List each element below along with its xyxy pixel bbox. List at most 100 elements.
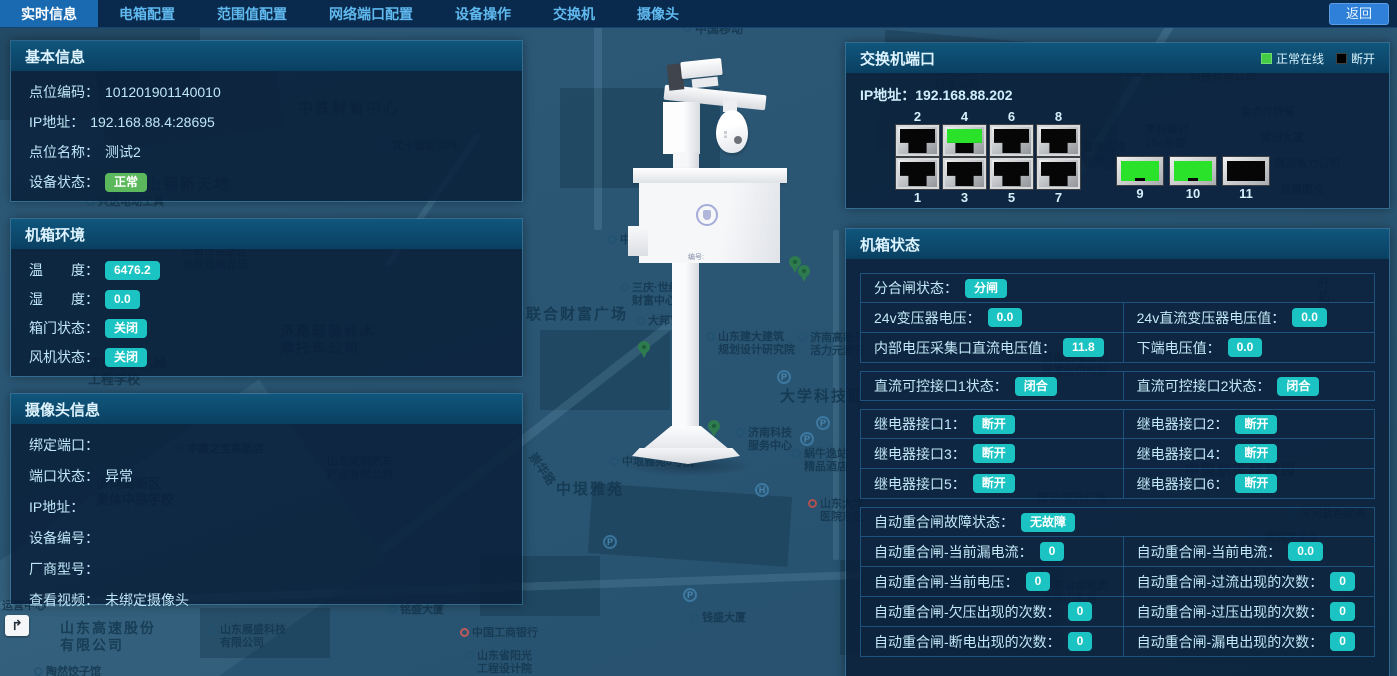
status-label: 继电器接口6： xyxy=(1137,474,1229,494)
status-badge: 关闭 xyxy=(105,319,147,338)
pole-head-column xyxy=(663,102,700,154)
port-number: 10 xyxy=(1186,186,1200,201)
status-label: 自动重合闸-过压出现的次数： xyxy=(1137,602,1324,622)
status-row: 内部电压采集口直流电压值： 11.8 下端电压值： 0.0 xyxy=(860,333,1375,363)
port-number: 2 xyxy=(894,109,941,124)
status-row: 自动重合闸-欠压出现的次数： 0 自动重合闸-过压出现的次数： 0 xyxy=(860,597,1375,627)
back-button[interactable]: 返回 xyxy=(1329,3,1389,25)
nav-tab[interactable]: 实时信息 xyxy=(0,0,98,27)
cabinet-status-panel: 机箱状态 分合闸状态： 分闸 24v变压器电压： 0.0 24v直流变压器电压值… xyxy=(845,228,1390,676)
sfp-frame xyxy=(1222,156,1270,186)
legend-color-swatch xyxy=(1261,53,1272,64)
rj45-socket xyxy=(900,162,935,186)
info-label: 温 度： xyxy=(29,261,99,280)
port-status-light xyxy=(1121,161,1159,181)
status-table: 分合闸状态： 分闸 24v变压器电压： 0.0 24v直流变压器电压值： 0.0… xyxy=(846,259,1389,657)
info-label: 点位名称： xyxy=(29,143,99,162)
info-value: 192.168.88.4:28695 xyxy=(90,113,215,132)
info-label: 设备编号： xyxy=(29,529,99,548)
status-row: 继电器接口3： 断开 继电器接口4： 断开 xyxy=(860,439,1375,469)
status-badge: 0 xyxy=(1330,632,1355,651)
status-badge: 0.0 xyxy=(1288,542,1323,561)
port-number: 6 xyxy=(988,109,1035,124)
map-label-text: 山东高速股份 有限公司 xyxy=(60,620,156,654)
rj45-port xyxy=(895,124,940,157)
device-pole xyxy=(672,263,699,428)
panel-header: 基本信息 xyxy=(11,41,522,71)
nav-tab[interactable]: 交换机 xyxy=(532,0,616,27)
switch-ip-value: 192.168.88.202 xyxy=(915,87,1012,103)
panel-body: 绑定端口： 端口状态： 异常 IP地址： 设备编号： 厂商型号： 查看视频： 未… xyxy=(11,424,522,604)
sfp-frame xyxy=(1116,156,1164,186)
status-row: 自动重合闸-断电出现的次数： 0 自动重合闸-漏电出现的次数： 0 xyxy=(860,627,1375,657)
status-label: 自动重合闸-断电出现的次数： xyxy=(874,632,1061,652)
ports-area: 2468 1357 9 10 11 xyxy=(846,109,1389,209)
map-control-icon[interactable]: ↱ xyxy=(5,615,29,636)
legend-item: 正常在线 xyxy=(1261,50,1324,67)
status-badge: 断开 xyxy=(973,474,1015,493)
port-status-light xyxy=(994,162,1029,176)
map-poi-circle-icon: P xyxy=(603,535,617,549)
info-label: 风机状态： xyxy=(29,348,99,367)
nav-tab[interactable]: 网络端口配置 xyxy=(308,0,434,27)
nav-tab[interactable]: 设备操作 xyxy=(434,0,532,27)
panel-title: 机箱状态 xyxy=(860,234,920,255)
top-nav-bar: 实时信息电箱配置范围值配置网络端口配置设备操作交换机摄像头 返回 xyxy=(0,0,1397,28)
status-badge: 关闭 xyxy=(105,348,147,367)
port-status-light xyxy=(900,129,935,143)
info-row: 设备状态： 正常 xyxy=(29,173,506,192)
camera-info-panel: 摄像头信息 绑定端口： 端口状态： 异常 IP地址： 设备编号： 厂商型号： 查… xyxy=(10,393,523,605)
port-status-light xyxy=(900,162,935,176)
port-status-light xyxy=(947,162,982,176)
status-label: 内部电压采集口直流电压值： xyxy=(874,338,1056,358)
status-badge: 0 xyxy=(1068,602,1093,621)
rj45-socket xyxy=(900,129,935,153)
sfp-port-row: 9 10 11 xyxy=(1116,156,1270,201)
info-label: 湿 度： xyxy=(29,290,99,309)
status-cell: 自动重合闸-过压出现的次数： 0 xyxy=(1123,597,1374,626)
map-label-text: 崇华路 xyxy=(526,450,558,488)
rj45-socket xyxy=(994,129,1029,153)
panel-title: 摄像头信息 xyxy=(25,399,100,420)
poi-icon xyxy=(460,628,469,637)
info-label: 箱门状态： xyxy=(29,319,99,338)
legend-label: 正常在线 xyxy=(1276,50,1324,67)
status-cell: 继电器接口6： 断开 xyxy=(1123,469,1374,498)
status-label: 直流可控接口1状态： xyxy=(874,376,1008,396)
status-label: 自动重合闸-欠压出现的次数： xyxy=(874,602,1061,622)
info-label: 设备状态： xyxy=(29,173,99,192)
map-label-text: 中国工商银行 xyxy=(472,627,538,640)
status-cell: 自动重合闸-漏电出现的次数： 0 xyxy=(1123,627,1374,656)
sfp-port: 11 xyxy=(1222,156,1270,201)
nav-tab[interactable]: 电箱配置 xyxy=(98,0,196,27)
map-label: 山东高速股份 有限公司 xyxy=(60,620,156,654)
status-cell: 自动重合闸故障状态： 无故障 xyxy=(861,508,1374,536)
status-cell: 直流可控接口1状态： 闭合 xyxy=(861,372,1123,400)
panel-header: 机箱环境 xyxy=(11,219,522,249)
rj45-port xyxy=(1036,124,1081,157)
map-label-text: 山东展盛科技 有限公司 xyxy=(220,624,286,650)
info-label: 查看视频： xyxy=(29,591,99,610)
status-badge: 0.0 xyxy=(105,290,140,309)
info-row: 设备编号： xyxy=(29,529,506,548)
info-label: IP地址： xyxy=(29,113,84,132)
rj45-port xyxy=(989,157,1034,190)
port-status-light xyxy=(947,129,982,143)
map-poi-circle-icon: P xyxy=(800,432,814,446)
info-label: 点位编码： xyxy=(29,83,99,102)
map-label: 联合财富广场 xyxy=(526,306,628,324)
nav-tab[interactable]: 摄像头 xyxy=(616,0,700,27)
poi-icon xyxy=(610,457,619,466)
panel-title: 机箱环境 xyxy=(25,224,85,245)
rj45-port xyxy=(989,124,1034,157)
poi-icon xyxy=(690,613,699,622)
rj45-socket xyxy=(947,129,982,153)
port-number: 5 xyxy=(988,190,1035,205)
info-value: 未绑定摄像头 xyxy=(105,591,189,610)
status-badge: 11.8 xyxy=(1063,338,1104,357)
info-row: 温 度： 6476.2 xyxy=(29,261,506,280)
legend-label: 断开 xyxy=(1351,50,1375,67)
status-cell: 自动重合闸-当前电压： 0 xyxy=(861,567,1123,596)
nav-tab[interactable]: 范围值配置 xyxy=(196,0,308,27)
rj45-socket xyxy=(947,162,982,186)
